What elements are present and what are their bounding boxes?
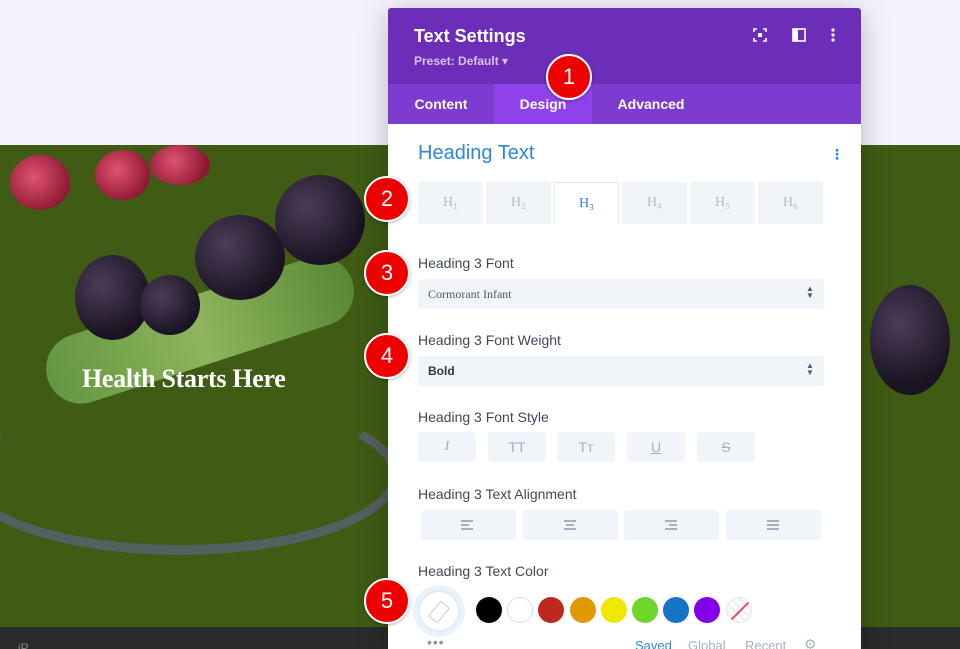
heading-text-color-label: Heading 3 Text Color	[418, 563, 549, 579]
align-center-icon	[564, 520, 578, 532]
preset-selector[interactable]: Preset: Default ▾	[414, 54, 508, 68]
blackberry	[275, 175, 365, 265]
font-style-buttons: I TT Tт U S	[418, 432, 824, 462]
eyedropper-icon	[427, 600, 451, 624]
color-swatch[interactable]	[663, 597, 690, 623]
align-right-icon	[665, 520, 679, 532]
capitalize-button[interactable]: Tт	[557, 432, 615, 462]
marker-5: 5	[364, 578, 410, 624]
blackberry	[870, 285, 950, 395]
italic-button[interactable]: I	[418, 432, 476, 462]
marker-4: 4	[364, 333, 410, 379]
raspberry	[95, 150, 150, 200]
align-left-button[interactable]	[421, 510, 516, 540]
swatch-no-color[interactable]	[725, 597, 752, 623]
bowl-rim	[0, 395, 400, 555]
split-view-icon[interactable]	[791, 28, 807, 44]
palette-tab-saved[interactable]: Saved	[635, 638, 672, 649]
tab-h2[interactable]: H₂	[486, 182, 551, 224]
marker-2: 2	[364, 176, 410, 222]
uppercase-button[interactable]: TT	[488, 432, 546, 462]
color-swatch[interactable]	[507, 597, 534, 623]
heading-text-alignment-label: Heading 3 Text Alignment	[418, 486, 577, 502]
tab-h3[interactable]: H₃	[554, 182, 619, 224]
heading-font-value: Cormorant Infant	[428, 287, 512, 301]
select-arrows-icon: ▲ ▼	[806, 361, 814, 377]
select-arrows-icon: ▲ ▼	[806, 284, 814, 300]
align-center-button[interactable]	[523, 510, 618, 540]
text-settings-modal: Text Settings Preset: Default ▾ Content …	[388, 8, 861, 649]
blackberry	[140, 275, 200, 335]
underline-button[interactable]: U	[627, 432, 685, 462]
heading-font-weight-label: Heading 3 Font Weight	[418, 332, 561, 348]
tab-h1[interactable]: H₁	[418, 182, 483, 224]
more-vertical-icon[interactable]	[825, 28, 841, 44]
tab-h5[interactable]: H₅	[690, 182, 755, 224]
align-left-icon	[461, 520, 475, 532]
color-picker-button[interactable]	[418, 590, 460, 632]
settings-body: Heading Text ⋮ H₁ H₂ H₃ H₄ H₅ H₆ Heading…	[388, 124, 861, 649]
heading-font-weight-value: Bold	[428, 364, 455, 378]
modal-header: Text Settings Preset: Default ▾	[388, 8, 861, 84]
blackberry	[195, 215, 285, 300]
marker-3: 3	[364, 250, 410, 296]
color-swatch[interactable]	[632, 597, 658, 623]
raspberry	[150, 145, 210, 185]
text-alignment-buttons	[421, 510, 821, 540]
color-swatch[interactable]	[476, 597, 502, 623]
gear-icon[interactable]: ⚙	[804, 636, 817, 649]
heading-font-style-label: Heading 3 Font Style	[418, 409, 549, 425]
palette-tab-recent[interactable]: Recent	[745, 638, 786, 649]
color-swatch[interactable]	[600, 597, 627, 623]
tab-h4[interactable]: H₄	[622, 182, 687, 224]
tab-advanced[interactable]: Advanced	[592, 84, 710, 124]
align-justify-icon	[767, 520, 781, 532]
section-more-icon[interactable]: ⋮	[830, 146, 844, 162]
expand-icon[interactable]	[752, 28, 768, 44]
align-justify-button[interactable]	[726, 510, 821, 540]
heading-font-select[interactable]: Cormorant Infant ▲ ▼	[418, 279, 824, 309]
heading-font-weight-select[interactable]: Bold ▲ ▼	[418, 356, 824, 386]
heading-level-tabs: H₁ H₂ H₃ H₄ H₅ H₆	[418, 182, 824, 224]
settings-tabs: Content Design Advanced	[388, 84, 861, 124]
tab-h6[interactable]: H₆	[758, 182, 823, 224]
color-swatch[interactable]	[538, 597, 565, 623]
raspberry	[10, 155, 70, 210]
heading-font-label: Heading 3 Font	[418, 255, 514, 271]
modal-title: Text Settings	[414, 26, 526, 46]
strikethrough-button[interactable]: S	[697, 432, 755, 462]
align-right-button[interactable]	[624, 510, 719, 540]
color-swatch[interactable]	[569, 597, 596, 623]
footer-text: iP...	[18, 641, 38, 649]
tab-content[interactable]: Content	[388, 84, 494, 124]
blackberry	[75, 255, 150, 340]
section-title-heading-text[interactable]: Heading Text	[418, 142, 534, 165]
palette-tab-global[interactable]: Global	[688, 638, 726, 649]
more-dots-icon[interactable]: •••	[427, 634, 445, 649]
hero-title: Health Starts Here	[82, 364, 286, 393]
color-swatch[interactable]	[694, 597, 721, 623]
marker-1: 1	[546, 54, 592, 100]
